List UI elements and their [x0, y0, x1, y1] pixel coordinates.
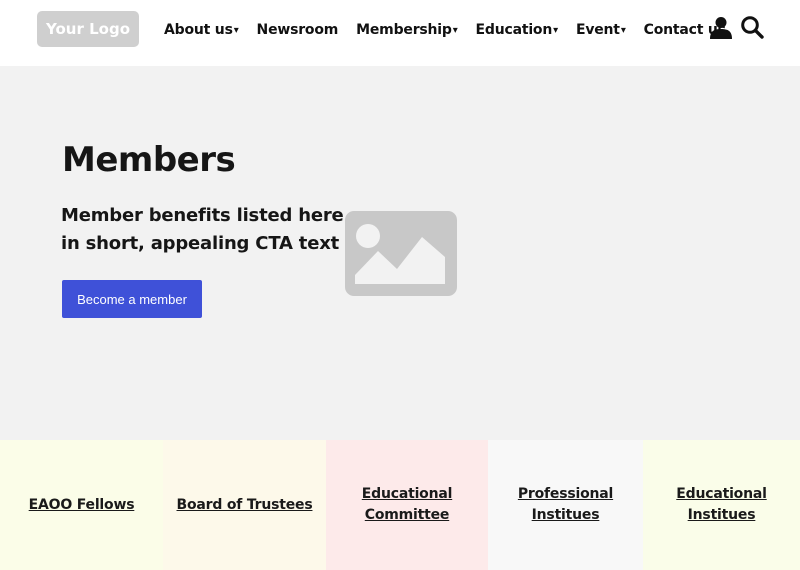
- tile-link-educational-institues[interactable]: Educational Institues: [672, 484, 772, 526]
- chevron-down-icon: ▾: [452, 24, 458, 36]
- nav-newsroom[interactable]: Newsroom: [257, 22, 339, 38]
- tile-link-professional-institues[interactable]: Professional Institues: [516, 484, 616, 526]
- main-nav: About us ▾ Newsroom Membership ▾ Education…: [164, 18, 726, 42]
- category-tiles: EAOO Fellows Board of Trustees Education…: [0, 440, 800, 570]
- nav-event-label: Event: [575, 22, 620, 38]
- nav-about-us-label: About us: [164, 22, 233, 38]
- tile-educational-institues: Educational Institues: [643, 440, 800, 570]
- chevron-down-icon: ▾: [553, 24, 558, 36]
- nav-event[interactable]: Event ▾: [576, 22, 626, 38]
- chevron-down-icon: ▾: [233, 24, 239, 36]
- search-icon[interactable]: [740, 15, 764, 39]
- nav-education-label: Education: [475, 22, 553, 38]
- image-placeholder-icon: [345, 211, 457, 296]
- logo[interactable]: Your Logo: [37, 11, 139, 47]
- tile-link-educational-committee[interactable]: Educational Committee: [357, 484, 457, 526]
- tile-professional-institues: Professional Institues: [488, 440, 643, 570]
- nav-membership-label: Membership: [356, 22, 452, 38]
- hero-subtitle: Member benefits listed here in short, ap…: [61, 205, 344, 254]
- nav-about-us[interactable]: About us ▾: [164, 22, 239, 38]
- chevron-down-icon: ▾: [620, 24, 626, 36]
- tile-educational-committee: Educational Committee: [326, 440, 488, 570]
- hero-section: Members Member benefits listed here in s…: [0, 66, 800, 440]
- nav-newsroom-label: Newsroom: [256, 22, 339, 38]
- tile-link-eaoo-fellows[interactable]: EAOO Fellows: [29, 495, 135, 516]
- tile-link-board-of-trustees[interactable]: Board of Trustees: [177, 495, 313, 516]
- site-header: Your Logo About us ▾ Newsroom Membership ▾…: [0, 0, 800, 66]
- nav-education[interactable]: Education ▾: [475, 22, 559, 38]
- tile-board-of-trustees: Board of Trustees: [163, 440, 326, 570]
- page-title: Members: [62, 140, 236, 180]
- nav-membership[interactable]: Membership ▾: [356, 22, 458, 38]
- user-icon[interactable]: [709, 15, 733, 39]
- become-member-button[interactable]: Become a member: [62, 280, 202, 318]
- tile-eaoo-fellows: EAOO Fellows: [0, 440, 163, 570]
